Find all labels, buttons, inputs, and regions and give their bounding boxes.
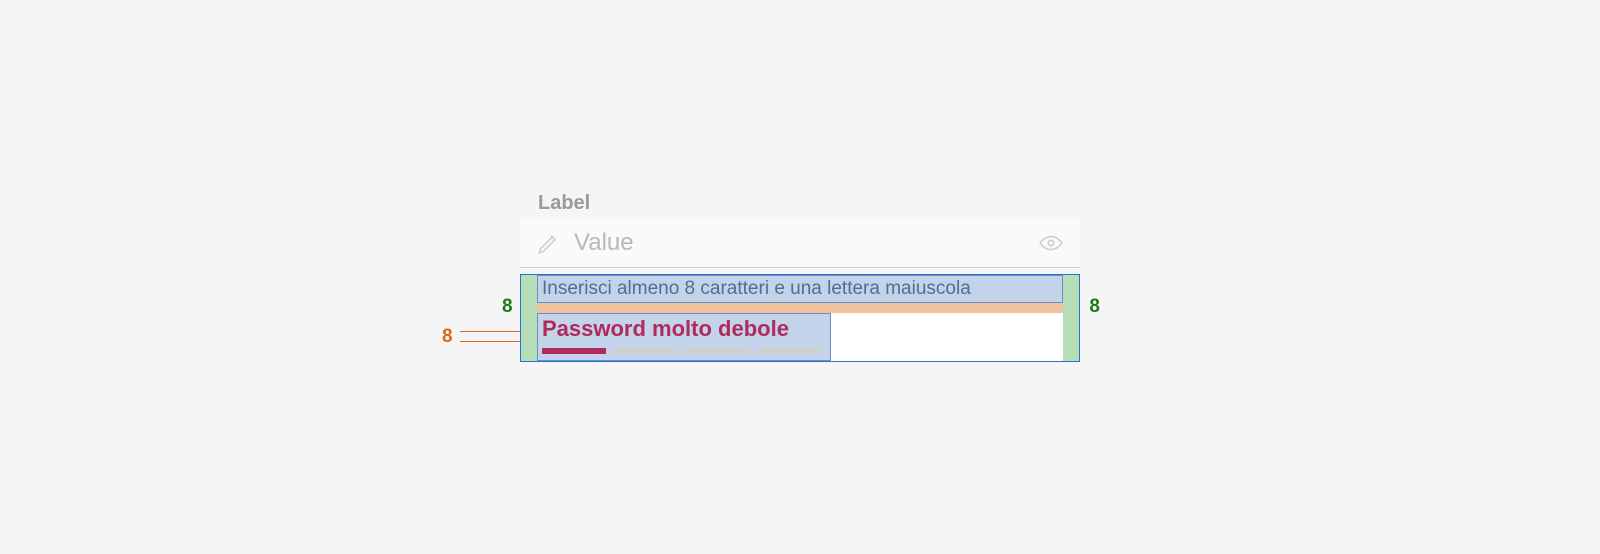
field-label: Label	[520, 192, 1080, 215]
helper-strength-block: Inserisci almeno 8 caratteri e una lette…	[520, 274, 1080, 362]
annotation-gap-vertical: 8	[442, 326, 453, 348]
annotation-pad-right: 8	[1089, 296, 1100, 318]
eye-icon[interactable]	[1038, 230, 1064, 256]
gap-highlight	[537, 303, 1063, 313]
annotation-pad-left: 8	[502, 296, 513, 318]
strength-box: Password molto debole	[537, 313, 831, 361]
strength-text: Password molto debole	[542, 316, 826, 342]
strength-meter	[542, 348, 826, 354]
password-field-spec: Label Value 8 8 8 Inserisci almeno 8 car…	[520, 192, 1080, 362]
password-input-row[interactable]: Value	[520, 219, 1080, 268]
padding-highlight-right	[1063, 275, 1079, 361]
helper-text: Inserisci almeno 8 caratteri e una lette…	[537, 275, 1063, 303]
strength-bar-3	[686, 348, 750, 354]
guide-gap-top	[460, 331, 520, 332]
strength-bar-1	[542, 348, 606, 354]
padding-highlight-left	[521, 275, 537, 361]
strength-bar-4	[758, 348, 822, 354]
guide-gap-bottom	[460, 341, 520, 342]
input-placeholder: Value	[574, 229, 1026, 257]
pencil-icon	[536, 230, 562, 256]
strength-bar-2	[614, 348, 678, 354]
